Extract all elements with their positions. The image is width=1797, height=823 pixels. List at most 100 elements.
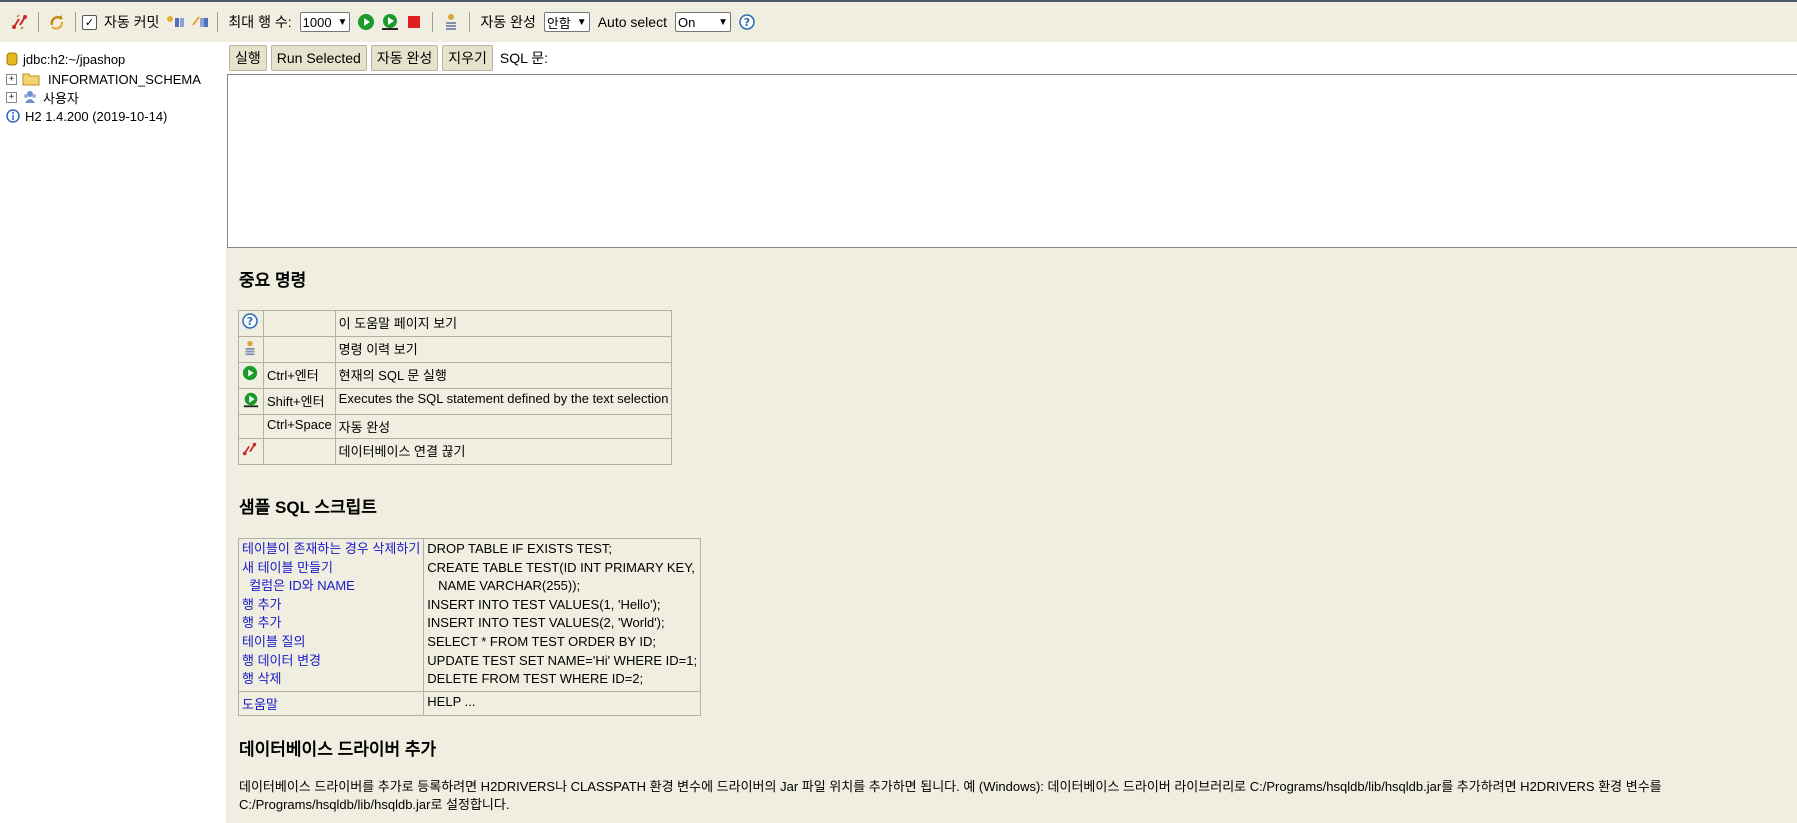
sample-sql-line: DROP TABLE IF EXISTS TEST; [427,541,612,556]
max-rows-select[interactable]: 1000 ▼ [299,12,351,32]
folder-icon [22,73,40,86]
tree-item-label: INFORMATION_SCHEMA [48,71,201,87]
sample-sql-cell: DROP TABLE IF EXISTS TEST; CREATE TABLE … [423,538,702,692]
run-button[interactable]: 실행 [229,45,267,71]
sample-sql-line: INSERT INTO TEST VALUES(1, 'Hello'); [427,596,661,612]
sample-sql-table: 테이블이 존재하는 경우 삭제하기 새 테이블 만들기 컬럼은 ID와 NAME… [237,538,702,716]
sample-link[interactable]: 컬럼은 ID와 NAME [242,577,420,596]
sample-link[interactable]: 새 테이블 만들기 [242,559,420,578]
tree-item-users[interactable]: + 사용자 [6,88,79,106]
chevron-down-icon: ▼ [576,16,587,28]
command-key: Shift+엔터 [263,388,336,415]
max-rows-label: 최대 행 수: [228,14,292,30]
command-icon-cell[interactable] [238,388,264,415]
toolbar-separator [469,12,471,32]
sample-link[interactable]: 행 데이터 변경 [242,652,420,671]
toolbar-separator [217,12,219,32]
auto-select-label: Auto select [597,14,667,30]
command-key [263,310,336,337]
table-row: 데이터베이스 연결 끊기 [238,438,673,465]
help-link-cell: 도움말 [237,690,425,716]
table-row: Ctrl+엔터 현재의 SQL 문 실행 [238,362,673,389]
command-key [263,336,336,363]
history-icon[interactable] [441,12,461,32]
auto-commit-label: 자동 커밋 [104,14,160,30]
toolbar: ✓ 자동 커밋 최대 행 수: 1000 ▼ 자동 완성 안함 ▼ Auto sel… [0,2,1797,42]
expand-icon[interactable]: + [6,91,17,103]
table-row: Ctrl+Space 자동 완성 [238,414,673,439]
expand-icon[interactable]: + [6,73,17,85]
auto-select-value: On [677,14,696,30]
schema-tree: jdbc:h2:~/jpashop + INFORMATION_SCHEMA +… [0,42,226,821]
tree-connection[interactable]: jdbc:h2:~/jpashop [6,50,125,68]
toolbar-separator [75,12,76,32]
help-icon: ? [242,313,258,329]
table-row: 도움말 HELP ... [237,690,702,716]
users-icon [24,91,36,103]
sample-link[interactable]: 테이블이 존재하는 경우 삭제하기 [242,540,420,559]
sample-sql-line: CREATE TABLE TEST(ID INT PRIMARY KEY, [427,559,695,575]
chevron-down-icon: ▼ [337,16,348,28]
commit-icon[interactable] [189,12,209,32]
sql-editor[interactable] [227,74,1797,248]
run-icon [242,365,258,381]
sql-statement-label: SQL 문: [499,50,549,66]
history-icon [245,340,255,356]
command-icon-cell[interactable] [238,336,264,363]
command-icon-cell [238,414,264,439]
info-icon [6,109,20,123]
auto-complete-label: 자동 완성 [480,14,536,30]
sample-link[interactable]: 행 추가 [242,614,420,633]
tree-item-label: 사용자 [43,90,79,106]
command-icon-cell[interactable] [238,362,264,389]
command-desc: 명령 이력 보기 [334,336,673,363]
auto-complete-button[interactable]: 자동 완성 [370,45,439,71]
help-link[interactable]: 도움말 [242,697,278,712]
svg-text:?: ? [744,16,750,29]
table-row: ? 이 도움말 페이지 보기 [238,310,673,337]
svg-text:?: ? [247,315,253,328]
rollback-icon[interactable] [165,12,185,32]
run-selected-icon[interactable] [380,12,400,32]
sample-sql-line: INSERT INTO TEST VALUES(2, 'World'); [427,615,665,631]
tree-version-label: H2 1.4.200 (2019-10-14) [25,108,168,124]
command-desc: Executes the SQL statement defined by th… [334,388,673,415]
tree-item-information-schema[interactable]: + INFORMATION_SCHEMA [6,70,201,88]
table-row: 테이블이 존재하는 경우 삭제하기 새 테이블 만들기 컬럼은 ID와 NAME… [237,538,702,692]
auto-select-select[interactable]: On ▼ [674,12,731,32]
command-icon-cell[interactable]: ? [238,310,264,337]
query-toolbar: 실행 Run Selected 자동 완성 지우기 SQL 문: [227,42,1797,74]
refresh-icon[interactable] [47,12,67,32]
sample-link[interactable]: 행 삭제 [242,670,420,689]
command-key [263,438,336,465]
run-icon[interactable] [356,12,376,32]
auto-complete-select[interactable]: 안함 ▼ [543,12,590,32]
run-selected-icon [243,392,259,408]
disconnect-icon[interactable] [10,12,30,32]
sample-sql-line: UPDATE TEST SET NAME='Hi' WHERE ID=1; [427,652,698,668]
help-sql-cell: HELP ... [423,690,702,716]
command-key: Ctrl+Space [263,414,336,439]
sample-link[interactable]: 행 추가 [242,596,420,615]
important-commands-title: 중요 명령 [239,271,307,290]
toolbar-separator [38,12,39,32]
database-icon [6,52,18,66]
help-icon[interactable]: ? [737,12,757,32]
command-desc: 이 도움말 페이지 보기 [334,310,673,337]
clear-button[interactable]: 지우기 [442,45,493,71]
disconnect-icon [242,442,257,456]
sample-link[interactable]: 테이블 질의 [242,633,420,652]
auto-commit-checkbox[interactable]: ✓ [82,14,97,30]
table-row: 명령 이력 보기 [238,336,673,363]
chevron-down-icon: ▼ [718,16,728,28]
auto-complete-value: 안함 [546,15,571,31]
commands-table: ? 이 도움말 페이지 보기 명령 이력 보기 Ctrl+엔터 현재의 SQL … [238,310,673,465]
run-selected-button[interactable]: Run Selected [270,45,367,71]
command-icon-cell[interactable] [238,438,264,465]
tree-version: H2 1.4.200 (2019-10-14) [6,107,167,125]
sample-labels-cell: 테이블이 존재하는 경우 삭제하기 새 테이블 만들기 컬럼은 ID와 NAME… [237,538,425,692]
command-desc: 현재의 SQL 문 실행 [334,362,673,389]
result-panel: 중요 명령 ? 이 도움말 페이지 보기 명령 이력 보기 Ctrl+엔터 현재… [226,248,1797,823]
max-rows-value: 1000 [302,14,332,30]
stop-icon[interactable] [404,12,424,32]
